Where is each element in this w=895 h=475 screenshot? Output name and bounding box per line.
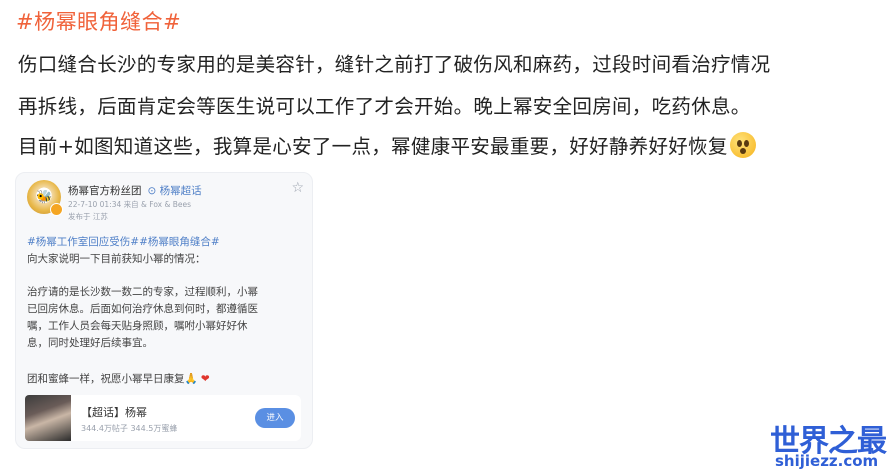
- card-text-line: 向大家说明一下目前获知小幂的情况：: [27, 253, 206, 265]
- account-supertopic-link[interactable]: ⊙ 杨幂超话: [148, 185, 202, 197]
- star-icon[interactable]: ☆: [291, 180, 304, 196]
- post-text-line-1: 伤口缝合长沙的专家用的是美容针，缝针之前打了破伤风和麻药，过段时间看治疗情况: [18, 53, 771, 76]
- verified-badge-icon: [50, 203, 63, 216]
- watermark-url: shijiezz.com: [775, 452, 879, 470]
- post-meta: 22-7-10 01:34 来自 & Fox & Bees: [68, 200, 192, 209]
- card-text-line: 嘱，工作人员会每天贴身照顾，嘱咐小幂好好休: [27, 320, 248, 332]
- topic-thumbnail[interactable]: [25, 395, 71, 441]
- supertopic-box[interactable]: 【超话】杨幂 344.4万帖子 344.5万蜜蜂 进入: [25, 395, 301, 441]
- bee-icon: 🐝: [36, 190, 53, 205]
- post-text-line-3: 目前+如图知道这些，我算是心安了一点，幂健康平安最重要，好好静养好好恢复: [18, 130, 756, 159]
- topic-title[interactable]: 【超话】杨幂: [81, 404, 147, 420]
- post-location: 发布于 江苏: [68, 212, 108, 221]
- account-name[interactable]: 杨幂官方粉丝团 ⊙ 杨幂超话: [68, 183, 202, 198]
- card-text-line: 治疗请的是长沙数一数二的专家，过程顺利，小幂: [27, 286, 258, 298]
- heart-icon: ❤: [200, 373, 210, 385]
- post-text-line-2: 再拆线，后面肯定会等医生说可以工作了才会开始。晚上幂安全回房间，吃药休息。: [18, 95, 751, 118]
- pleading-face-icon: [729, 132, 756, 158]
- card-text-line: 已回房休息。后面如何治疗休息到何时，都遵循医: [27, 303, 258, 315]
- embedded-weibo-card[interactable]: 🐝 杨幂官方粉丝团 ⊙ 杨幂超话 22-7-10 01:34 来自 & Fox &…: [15, 172, 313, 449]
- post-text-line-3-text: 目前+如图知道这些，我算是心安了一点，幂健康平安最重要，好好静养好好恢复: [18, 135, 728, 158]
- account-name-text[interactable]: 杨幂官方粉丝团: [68, 185, 142, 197]
- topic-stats: 344.4万帖子 344.5万蜜蜂: [81, 424, 178, 433]
- card-text-line-blessing: 团和蜜蜂一样，祝愿小幂早日康复🙏 ❤: [27, 373, 210, 385]
- card-text-line: 息，同时处理好后续事宜。: [27, 337, 153, 349]
- enter-button[interactable]: 进入: [255, 408, 295, 428]
- card-hashtags[interactable]: #杨幂工作室回应受伤##杨幂眼角缝合#: [27, 234, 220, 249]
- hashtag-title[interactable]: #杨幂眼角缝合#: [16, 6, 181, 36]
